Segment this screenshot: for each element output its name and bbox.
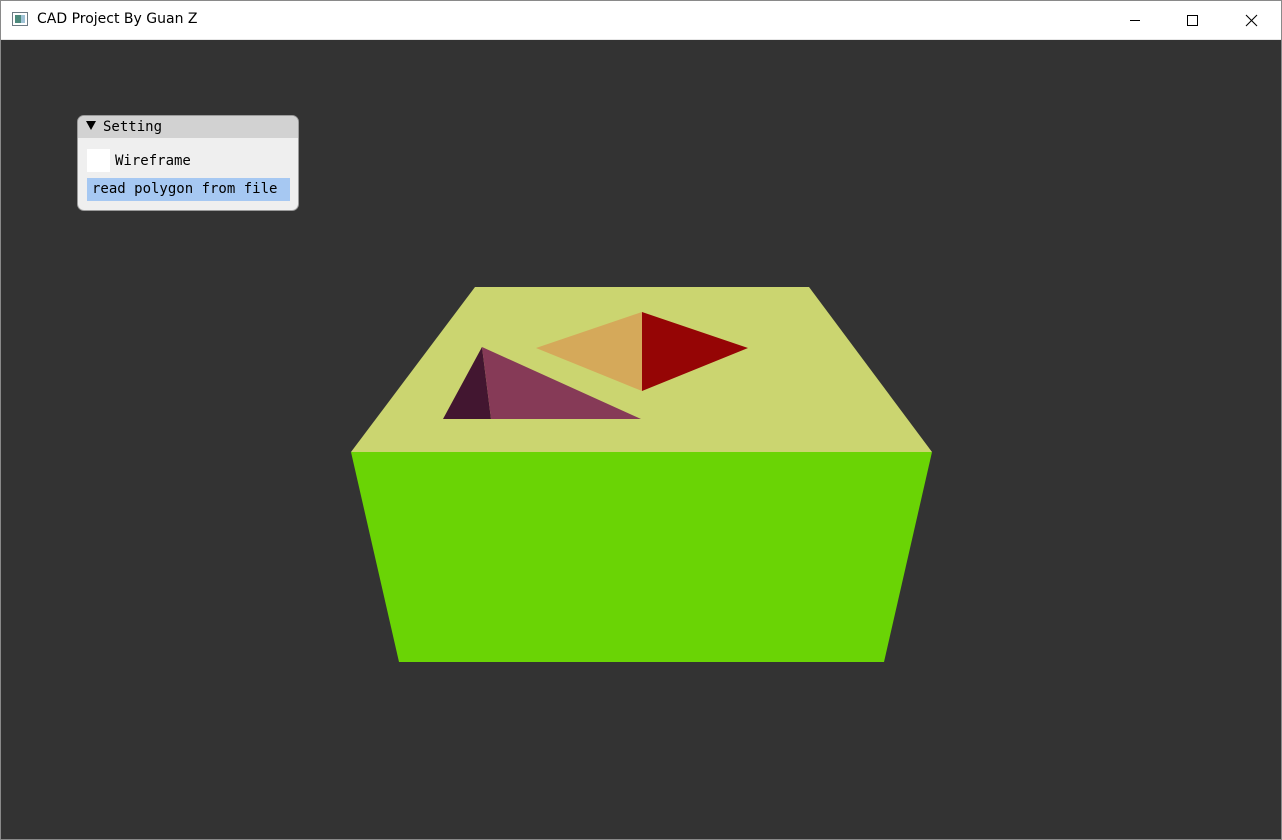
app-window-icon [12, 12, 28, 26]
close-icon [1245, 14, 1258, 27]
settings-panel[interactable]: Setting Wireframe read polygon from file [77, 115, 299, 211]
triangle-down-icon[interactable] [85, 120, 97, 132]
title-bar[interactable]: CAD Project By Guan Z [1, 1, 1281, 40]
wireframe-label[interactable]: Wireframe [115, 153, 191, 169]
front-face [351, 452, 932, 662]
settings-panel-header[interactable]: Setting [78, 116, 298, 138]
minimize-icon [1130, 20, 1140, 21]
maximize-button[interactable] [1163, 1, 1221, 39]
wireframe-checkbox[interactable] [87, 149, 110, 172]
read-polygon-button-label: read polygon from file [92, 181, 278, 197]
read-polygon-button[interactable]: read polygon from file [87, 178, 290, 201]
maximize-icon [1187, 15, 1198, 26]
minimize-button[interactable] [1105, 1, 1163, 39]
close-button[interactable] [1221, 1, 1279, 39]
window-title: CAD Project By Guan Z [37, 11, 198, 27]
settings-panel-title: Setting [103, 119, 163, 135]
app-window: CAD Project By Guan Z Setting Wireframe … [0, 0, 1282, 840]
